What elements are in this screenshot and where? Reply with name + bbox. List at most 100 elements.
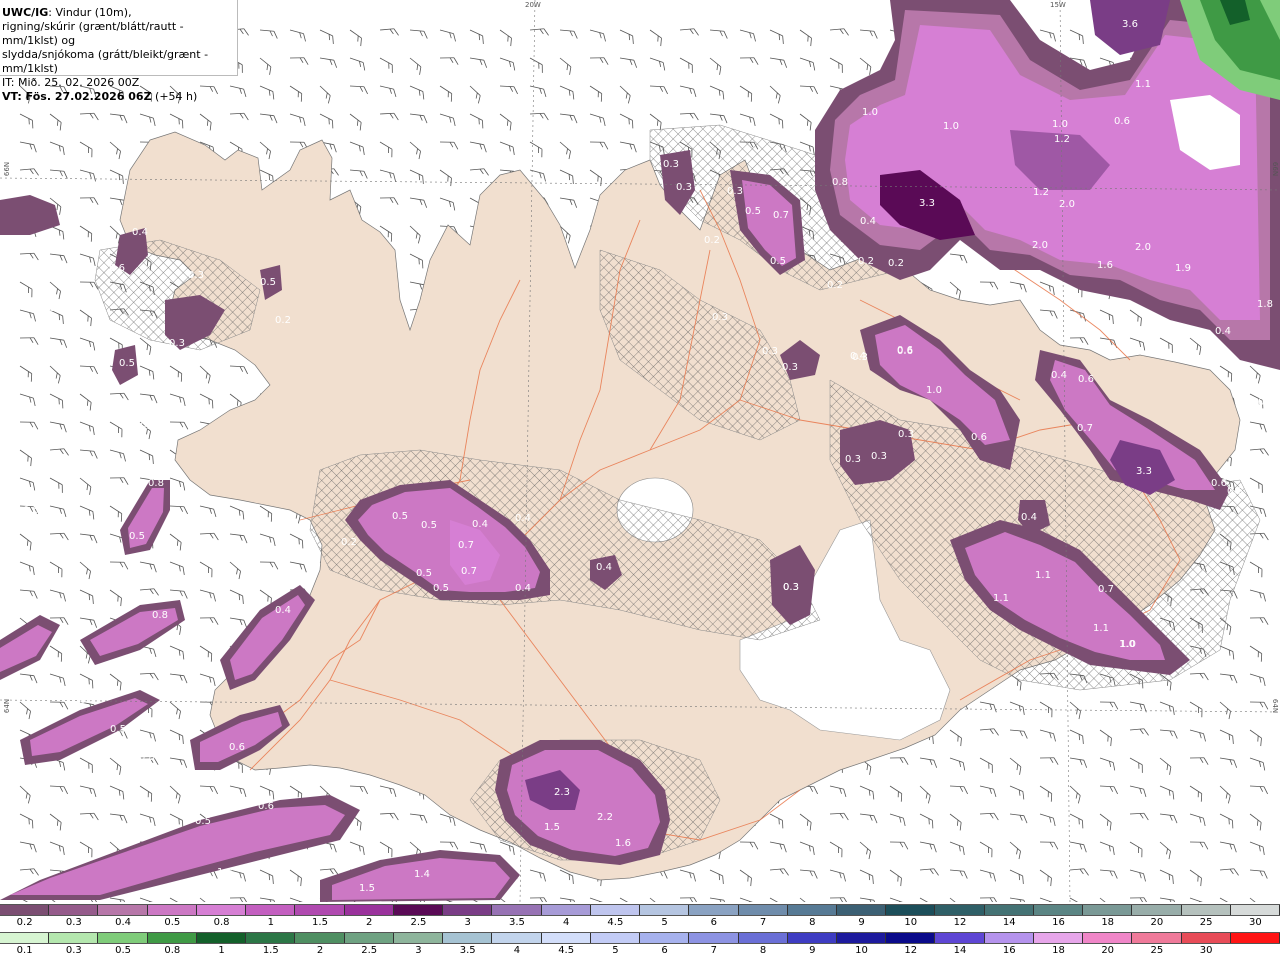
- snow-color-cell: [1132, 905, 1182, 915]
- rain-tick-label: 2.5: [361, 945, 378, 956]
- rain-tick-label: 9: [809, 945, 816, 956]
- rain-color-cell: [443, 933, 493, 943]
- precip-value-label: 2.0: [1059, 199, 1075, 210]
- snow-tick-label: 2.5: [410, 917, 427, 928]
- precip-value-label: 0.4: [1258, 397, 1274, 408]
- precip-value-label: 0.3: [188, 270, 204, 281]
- precip-value-label: 1.0: [926, 385, 942, 396]
- precip-value-label: 2.0: [1032, 240, 1048, 251]
- snow-tick-label: 3: [464, 917, 471, 928]
- snow-tick-label: 12: [953, 917, 967, 928]
- rain-tick-label: 3.5: [459, 945, 476, 956]
- precip-value-label: 0.6: [1114, 116, 1130, 127]
- rain-color-cell: [640, 933, 690, 943]
- precip-value-label: 0.5: [433, 583, 449, 594]
- precip-value-label: 0.5: [110, 724, 126, 735]
- rain-tick-label: 16: [1002, 945, 1016, 956]
- rain-tick-label: 10: [855, 945, 868, 956]
- precip-value-label: 0.2: [858, 256, 874, 267]
- precip-value-label: 0.3: [663, 159, 679, 170]
- rain-tick-label: 18: [1052, 945, 1065, 956]
- precip-value-label: 0.5: [392, 511, 408, 522]
- snow-color-cell: [738, 905, 788, 915]
- snow-tick-label: 3.5: [508, 917, 525, 928]
- snow-color-cell: [344, 905, 394, 915]
- precip-value-label: 0.3: [712, 312, 728, 323]
- snow-tick-label: 10: [904, 917, 918, 928]
- rain-colorbar-labels: 0.1 0.3 0.5 0.8 1 1.5 2 2.5 3 3.5 4 4.5 5 6 7 8 9 10 12 14 1…: [0, 945, 1280, 957]
- snow-color-cell: [590, 905, 641, 915]
- precip-value-label: 0.2: [827, 280, 843, 291]
- rain-tick-label: 5: [612, 945, 619, 956]
- precip-value-label: 0.3: [762, 346, 778, 357]
- precip-value-label: 0.4: [165, 666, 181, 677]
- info-line1-rest: : Vindur (10m),: [48, 6, 132, 19]
- snow-colorbar: [0, 904, 1280, 916]
- snow-tick-label: 6: [710, 917, 718, 928]
- precip-value-label: 0.6: [1078, 374, 1094, 385]
- rain-tick-label: 2: [316, 945, 324, 956]
- rain-color-cell: [393, 933, 444, 943]
- precip-value-label: 0.3: [169, 338, 185, 349]
- precip-value-label: 0.7: [773, 210, 789, 221]
- precip-value-label: 0.5: [770, 256, 786, 267]
- precip-value-label: 1.2: [1054, 134, 1070, 145]
- precip-value-label: 1.0: [862, 107, 878, 118]
- rain-tick-label: 4: [513, 945, 521, 956]
- rain-tick-label: 0.1: [16, 945, 33, 956]
- precip-value-label: 0.3: [676, 182, 692, 193]
- valid-offset: (+54 h): [151, 90, 198, 103]
- snow-color-cell: [1181, 905, 1231, 915]
- info-line-3: slydda/snjókoma (grátt/bleikt/grænt - mm…: [2, 48, 209, 75]
- lon-label-20w: 20W: [525, 1, 541, 9]
- precip-value-label: 0.4: [275, 605, 291, 616]
- precip-value-label: 0.8: [148, 478, 164, 489]
- precip-value-label: 3.6: [1122, 19, 1138, 30]
- snow-color-cell: [787, 905, 837, 915]
- rain-color-cell: [590, 933, 641, 943]
- precip-value-label: 0.7: [461, 566, 477, 577]
- rain-color-cell: [689, 933, 739, 943]
- snow-color-cell: [147, 905, 197, 915]
- precip-value-label: 0.6: [760, 887, 776, 898]
- precip-value-label: 0.3: [140, 421, 156, 432]
- rain-tick-label: 0.8: [164, 945, 181, 956]
- snow-color-cell: [1083, 905, 1133, 915]
- precip-value-label: 0.3: [727, 186, 743, 197]
- rain-tick-label: 3: [415, 945, 422, 956]
- precip-value-label: 0.6: [1211, 478, 1227, 489]
- precip-value-label: 3.2: [1220, 127, 1236, 138]
- snow-color-cell: [98, 905, 148, 915]
- snow-color-cell: [0, 905, 50, 915]
- snow-color-cell: [935, 905, 985, 915]
- precip-value-label: 0.5: [421, 520, 437, 531]
- precip-value-label: 0.6: [897, 346, 913, 357]
- snow-color-cell: [640, 905, 690, 915]
- rain-color-cell: [836, 933, 887, 943]
- precip-value-label: 0.2: [80, 695, 96, 706]
- precip-value-label: 1.1: [1195, 330, 1211, 341]
- snow-tick-label: 9: [858, 917, 865, 928]
- precip-value-label: 0.4: [472, 519, 488, 530]
- snow-tick-label: 0.8: [213, 917, 230, 928]
- precip-value-label: 0.5: [23, 505, 39, 516]
- snow-color-cell: [886, 905, 936, 915]
- rain-tick-label: 6: [661, 945, 668, 956]
- precip-value-label: 1.6: [1097, 260, 1113, 271]
- precip-value-label: 0.8: [832, 177, 848, 188]
- precip-value-label: 0.6: [258, 801, 274, 812]
- rain-color-cell: [246, 933, 296, 943]
- precip-value-label: 1.1: [1035, 570, 1051, 581]
- precip-value-label: 0.4: [1051, 370, 1067, 381]
- rain-color-cell: [295, 933, 345, 943]
- precip-value-label: 0.2: [888, 258, 904, 269]
- rain-color-cell: [984, 933, 1034, 943]
- snow-tick-label: 14: [1002, 917, 1016, 928]
- weather-map: 2.3 3.6 1.0 1.1 1.0 1.0 0.6 3.2 1.2 1.2 2.0 3.3 0.8 0…: [0, 0, 1280, 902]
- lon-label-15w: 15W: [1050, 1, 1066, 9]
- rain-color-cell: [1230, 933, 1280, 943]
- product-name: UWC/IG: [2, 6, 49, 19]
- precip-value-label: 1.0: [1052, 119, 1068, 130]
- precip-value-label: 0.3: [845, 454, 861, 465]
- info-line-2: rigning/skúrir (grænt/blátt/rautt - mm/1…: [2, 20, 184, 47]
